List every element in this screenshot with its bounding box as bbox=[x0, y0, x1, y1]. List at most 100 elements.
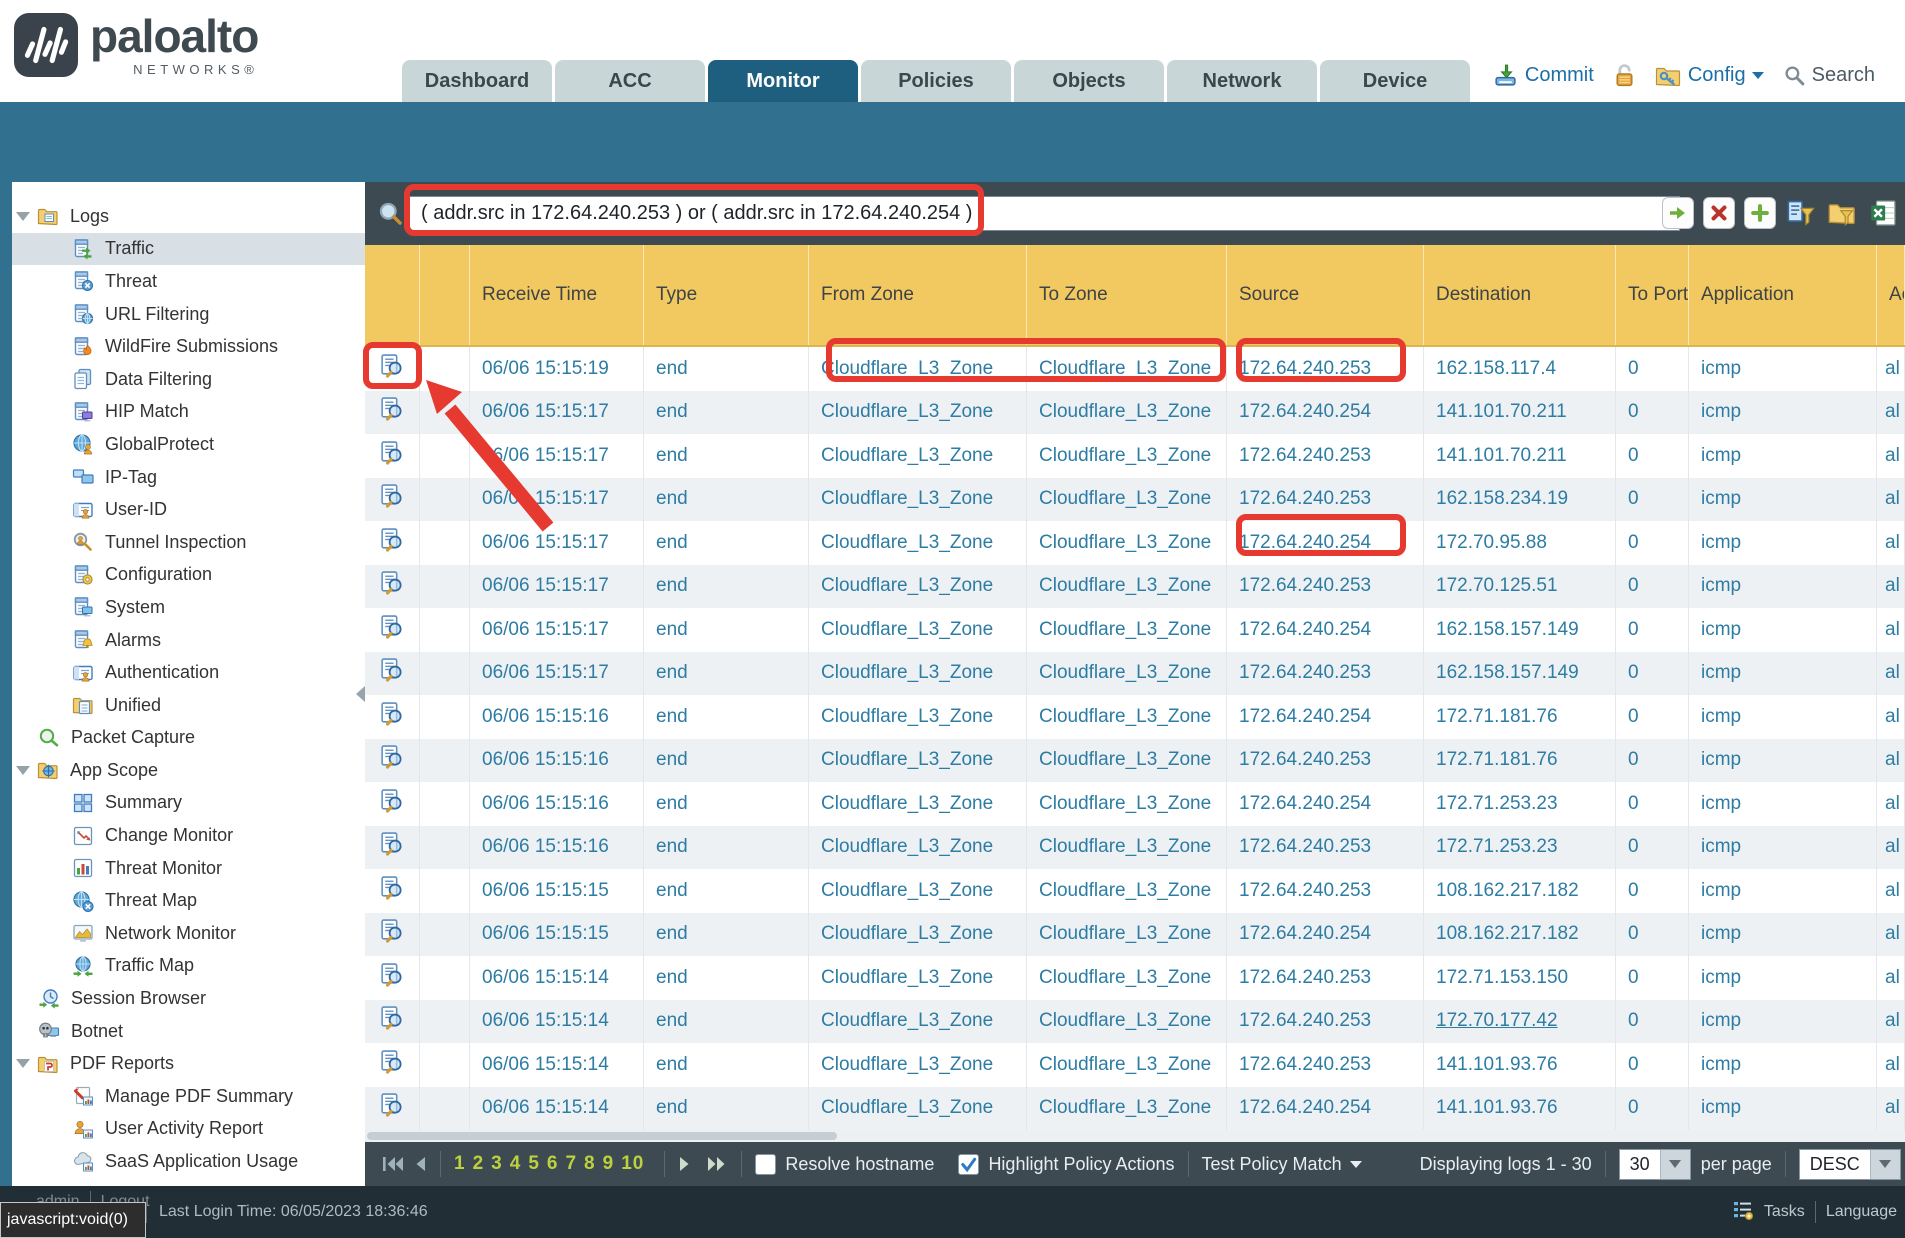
to-port-value[interactable]: 0 bbox=[1628, 532, 1639, 554]
type-value[interactable]: end bbox=[656, 358, 688, 380]
from-zone-value[interactable]: Cloudflare_L3_Zone bbox=[821, 1054, 993, 1076]
sidebar-item-saas-application-usage[interactable]: SaaS Application Usage bbox=[12, 1145, 365, 1178]
from-zone-value[interactable]: Cloudflare_L3_Zone bbox=[821, 401, 993, 423]
search-icon[interactable] bbox=[1784, 65, 1805, 86]
source-value[interactable]: 172.64.240.253 bbox=[1239, 662, 1371, 684]
column-header-application[interactable]: Application bbox=[1689, 245, 1877, 345]
tab-device[interactable]: Device bbox=[1320, 60, 1470, 102]
destination-value[interactable]: 162.158.157.149 bbox=[1436, 662, 1579, 684]
source-value[interactable]: 172.64.240.254 bbox=[1239, 532, 1371, 554]
scrollbar-thumb[interactable] bbox=[367, 1132, 837, 1140]
application-value[interactable]: icmp bbox=[1701, 793, 1741, 815]
destination-value[interactable]: 108.162.217.182 bbox=[1436, 880, 1579, 902]
tasks-icon[interactable] bbox=[1732, 1199, 1754, 1226]
config-button[interactable]: Config bbox=[1688, 64, 1746, 87]
tab-monitor[interactable]: Monitor bbox=[708, 60, 858, 102]
sidebar-item-pdf-reports[interactable]: PDF Reports bbox=[12, 1047, 365, 1080]
to-port-value[interactable]: 0 bbox=[1628, 619, 1639, 641]
test-policy-match-caret-icon[interactable] bbox=[1350, 1161, 1362, 1168]
from-zone-value[interactable]: Cloudflare_L3_Zone bbox=[821, 358, 993, 380]
language-button[interactable]: Language bbox=[1826, 1203, 1897, 1221]
log-detail-magnifier-icon[interactable] bbox=[379, 1092, 405, 1124]
to-zone-value[interactable]: Cloudflare_L3_Zone bbox=[1039, 401, 1211, 423]
from-zone-value[interactable]: Cloudflare_L3_Zone bbox=[821, 532, 993, 554]
sidebar-collapse-icon[interactable] bbox=[356, 686, 365, 702]
to-port-value[interactable]: 0 bbox=[1628, 662, 1639, 684]
to-port-value[interactable]: 0 bbox=[1628, 967, 1639, 989]
application-value[interactable]: icmp bbox=[1701, 488, 1741, 510]
application-value[interactable]: icmp bbox=[1701, 706, 1741, 728]
application-value[interactable]: icmp bbox=[1701, 836, 1741, 858]
from-zone-value[interactable]: Cloudflare_L3_Zone bbox=[821, 1097, 993, 1119]
column-header-ac[interactable]: Ac bbox=[1877, 245, 1905, 345]
expand-triangle-icon[interactable] bbox=[16, 1059, 30, 1068]
from-zone-value[interactable]: Cloudflare_L3_Zone bbox=[821, 662, 993, 684]
from-zone-value[interactable]: Cloudflare_L3_Zone bbox=[821, 445, 993, 467]
type-value[interactable]: end bbox=[656, 749, 688, 771]
application-value[interactable]: icmp bbox=[1701, 532, 1741, 554]
log-detail-magnifier-icon[interactable] bbox=[379, 614, 405, 646]
to-port-value[interactable]: 0 bbox=[1628, 923, 1639, 945]
to-port-value[interactable]: 0 bbox=[1628, 749, 1639, 771]
action-value[interactable]: al bbox=[1885, 1054, 1900, 1076]
tab-network[interactable]: Network bbox=[1167, 60, 1317, 102]
dropdown-arrow-icon[interactable] bbox=[1870, 1150, 1900, 1179]
to-zone-value[interactable]: Cloudflare_L3_Zone bbox=[1039, 967, 1211, 989]
receive-time-value[interactable]: 06/06 15:15:17 bbox=[482, 488, 609, 510]
receive-time-value[interactable]: 06/06 15:15:16 bbox=[482, 749, 609, 771]
receive-time-value[interactable]: 06/06 15:15:17 bbox=[482, 619, 609, 641]
action-value[interactable]: al bbox=[1885, 749, 1900, 771]
destination-value[interactable]: 172.70.95.88 bbox=[1436, 532, 1547, 554]
type-value[interactable]: end bbox=[656, 662, 688, 684]
destination-value[interactable]: 108.162.217.182 bbox=[1436, 923, 1579, 945]
from-zone-value[interactable]: Cloudflare_L3_Zone bbox=[821, 619, 993, 641]
expand-triangle-icon[interactable] bbox=[16, 766, 30, 775]
to-port-value[interactable]: 0 bbox=[1628, 575, 1639, 597]
page-number-10[interactable]: 10 bbox=[621, 1153, 644, 1174]
receive-time-value[interactable]: 06/06 15:15:14 bbox=[482, 1054, 609, 1076]
to-zone-value[interactable]: Cloudflare_L3_Zone bbox=[1039, 923, 1211, 945]
log-detail-magnifier-icon[interactable] bbox=[379, 1005, 405, 1037]
sidebar-item-tunnel-inspection[interactable]: Tunnel Inspection bbox=[12, 526, 365, 559]
from-zone-value[interactable]: Cloudflare_L3_Zone bbox=[821, 880, 993, 902]
config-icon[interactable] bbox=[1655, 64, 1681, 87]
sidebar-item-authentication[interactable]: Authentication bbox=[12, 656, 365, 689]
destination-value[interactable]: 141.101.70.211 bbox=[1436, 445, 1567, 467]
action-value[interactable]: al bbox=[1885, 575, 1900, 597]
page-number-9[interactable]: 9 bbox=[603, 1153, 615, 1174]
lock-icon[interactable] bbox=[1614, 64, 1635, 87]
first-page-icon[interactable] bbox=[381, 1154, 405, 1174]
to-zone-value[interactable]: Cloudflare_L3_Zone bbox=[1039, 445, 1211, 467]
log-detail-magnifier-icon[interactable] bbox=[379, 527, 405, 559]
source-value[interactable]: 172.64.240.253 bbox=[1239, 880, 1371, 902]
type-value[interactable]: end bbox=[656, 1054, 688, 1076]
to-zone-value[interactable]: Cloudflare_L3_Zone bbox=[1039, 1010, 1211, 1032]
log-detail-magnifier-icon[interactable] bbox=[379, 962, 405, 994]
receive-time-value[interactable]: 06/06 15:15:17 bbox=[482, 532, 609, 554]
sidebar-item-ip-tag[interactable]: IP-Tag bbox=[12, 461, 365, 494]
sidebar-item-unified[interactable]: Unified bbox=[12, 689, 365, 722]
to-zone-value[interactable]: Cloudflare_L3_Zone bbox=[1039, 358, 1211, 380]
column-header-type[interactable]: Type bbox=[644, 245, 809, 345]
action-value[interactable]: al bbox=[1885, 488, 1900, 510]
type-value[interactable]: end bbox=[656, 880, 688, 902]
log-detail-magnifier-icon[interactable] bbox=[379, 831, 405, 863]
type-value[interactable]: end bbox=[656, 401, 688, 423]
type-value[interactable]: end bbox=[656, 445, 688, 467]
config-caret-icon[interactable] bbox=[1752, 72, 1764, 79]
horizontal-scrollbar[interactable] bbox=[365, 1130, 1905, 1142]
destination-value[interactable]: 162.158.234.19 bbox=[1436, 488, 1568, 510]
receive-time-value[interactable]: 06/06 15:15:17 bbox=[482, 575, 609, 597]
column-header-destination[interactable]: Destination bbox=[1424, 245, 1616, 345]
expand-triangle-icon[interactable] bbox=[16, 212, 30, 221]
type-value[interactable]: end bbox=[656, 967, 688, 989]
test-policy-match-button[interactable]: Test Policy Match bbox=[1202, 1154, 1342, 1175]
receive-time-value[interactable]: 06/06 15:15:16 bbox=[482, 706, 609, 728]
application-value[interactable]: icmp bbox=[1701, 401, 1741, 423]
column-header-to-port[interactable]: To Port bbox=[1616, 245, 1689, 345]
action-value[interactable]: al bbox=[1885, 880, 1900, 902]
per-page-select[interactable]: 30 bbox=[1619, 1149, 1691, 1180]
application-value[interactable]: icmp bbox=[1701, 1054, 1741, 1076]
tab-policies[interactable]: Policies bbox=[861, 60, 1011, 102]
filter-query-input[interactable] bbox=[408, 196, 1680, 231]
